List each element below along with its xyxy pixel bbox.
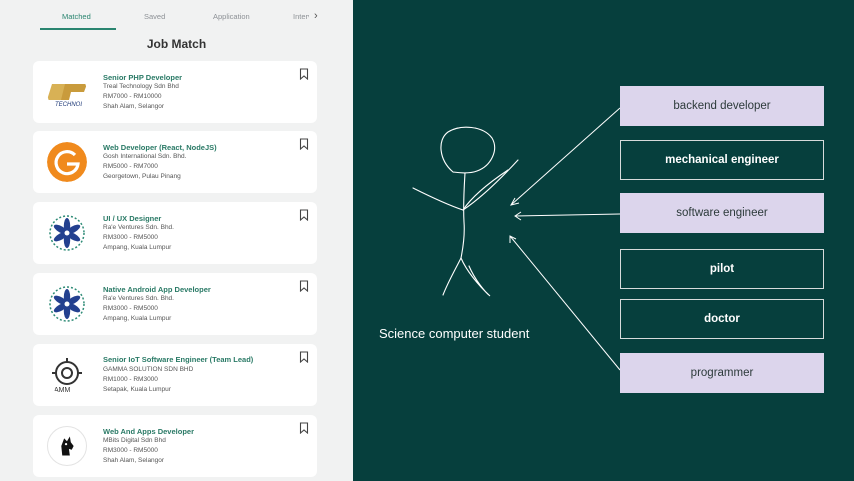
- job-location: Ampang, Kuala Lumpur: [103, 244, 172, 251]
- student-label: Science computer student: [379, 326, 530, 341]
- job-card[interactable]: Native Android App Developer Ra'e Ventur…: [33, 273, 317, 335]
- job-title[interactable]: Web Developer (React, NodeJS): [103, 143, 217, 152]
- job-location: Shah Alam, Selangor: [103, 103, 165, 110]
- gosh-logo: [47, 142, 87, 182]
- job-salary: RM7000 - RM10000: [103, 93, 162, 100]
- job-location: Georgetown, Pulau Pinang: [103, 173, 181, 180]
- job-location: Shah Alam, Selangor: [103, 457, 165, 464]
- chevron-right-icon[interactable]: ›: [314, 10, 318, 22]
- job-title[interactable]: Senior PHP Developer: [103, 73, 182, 82]
- stick-figure-drawing: [412, 107, 621, 371]
- job-title[interactable]: UI / UX Designer: [103, 214, 161, 223]
- mbits-logo: [47, 426, 87, 466]
- bookmark-icon[interactable]: [299, 280, 309, 292]
- job-title[interactable]: Senior IoT Software Engineer (Team Lead): [103, 355, 253, 364]
- rae-logo: [47, 284, 87, 324]
- career-option: pilot: [620, 249, 824, 289]
- arrow-software: [514, 213, 621, 217]
- career-slide: backend developer mechanical engineer so…: [353, 0, 854, 481]
- career-option: mechanical engineer: [620, 140, 824, 180]
- job-card[interactable]: AMM Senior IoT Software Engineer (Team L…: [33, 344, 317, 406]
- job-salary: RM3000 - RM5000: [103, 305, 158, 312]
- rae-logo: [47, 213, 87, 253]
- tab-interview[interactable]: Interview: [293, 12, 309, 21]
- bookmark-icon[interactable]: [299, 68, 309, 80]
- page-title: Job Match: [146, 37, 207, 51]
- career-option: doctor: [620, 299, 824, 339]
- bookmark-icon[interactable]: [299, 351, 309, 363]
- tab-matched[interactable]: Matched: [62, 12, 91, 21]
- stick-figure: [412, 126, 519, 297]
- career-option: programmer: [620, 353, 824, 393]
- job-company: Ra'e Ventures Sdn. Bhd.: [103, 224, 174, 231]
- job-company: Gosh International Sdn. Bhd.: [103, 153, 187, 160]
- arrow-programmer: [509, 235, 621, 371]
- tab-bar: Matched Saved Application Interview ›: [0, 0, 353, 32]
- bookmark-icon[interactable]: [299, 422, 309, 434]
- tab-saved[interactable]: Saved: [144, 12, 165, 21]
- job-card[interactable]: TECHNOL Senior PHP Developer Treal Techn…: [33, 61, 317, 123]
- job-company: Treal Technology Sdn Bhd: [103, 83, 179, 90]
- treal-logo-text: TECHNOL: [55, 102, 84, 108]
- gamma-logo-text: AMM: [54, 387, 71, 394]
- career-option: software engineer: [620, 193, 824, 233]
- job-company: MBits Digital Sdn Bhd: [103, 437, 166, 444]
- job-title[interactable]: Web And Apps Developer: [103, 427, 194, 436]
- job-card[interactable]: UI / UX Designer Ra'e Ventures Sdn. Bhd.…: [33, 202, 317, 264]
- active-tab-indicator: [40, 28, 116, 30]
- career-option: backend developer: [620, 86, 824, 126]
- gamma-logo: AMM: [47, 355, 87, 395]
- job-company: GAMMA SOLUTION SDN BHD: [103, 366, 194, 373]
- job-location: Ampang, Kuala Lumpur: [103, 315, 172, 322]
- job-title[interactable]: Native Android App Developer: [103, 285, 211, 294]
- job-card[interactable]: Web And Apps Developer MBits Digital Sdn…: [33, 415, 317, 477]
- job-card[interactable]: Web Developer (React, NodeJS) Gosh Inter…: [33, 131, 317, 193]
- job-salary: RM3000 - RM5000: [103, 447, 158, 454]
- tab-application[interactable]: Application: [213, 12, 250, 21]
- arrow-backend: [510, 107, 621, 206]
- job-company: Ra'e Ventures Sdn. Bhd.: [103, 295, 174, 302]
- job-salary: RM5000 - RM7000: [103, 163, 158, 170]
- job-location: Setapak, Kuala Lumpur: [103, 386, 171, 393]
- job-app-panel: Matched Saved Application Interview › Jo…: [0, 0, 353, 481]
- job-salary: RM1000 - RM3000: [103, 376, 158, 383]
- bookmark-icon[interactable]: [299, 209, 309, 221]
- job-salary: RM3000 - RM5000: [103, 234, 158, 241]
- bookmark-icon[interactable]: [299, 138, 309, 150]
- treal-logo: TECHNOL: [47, 72, 87, 112]
